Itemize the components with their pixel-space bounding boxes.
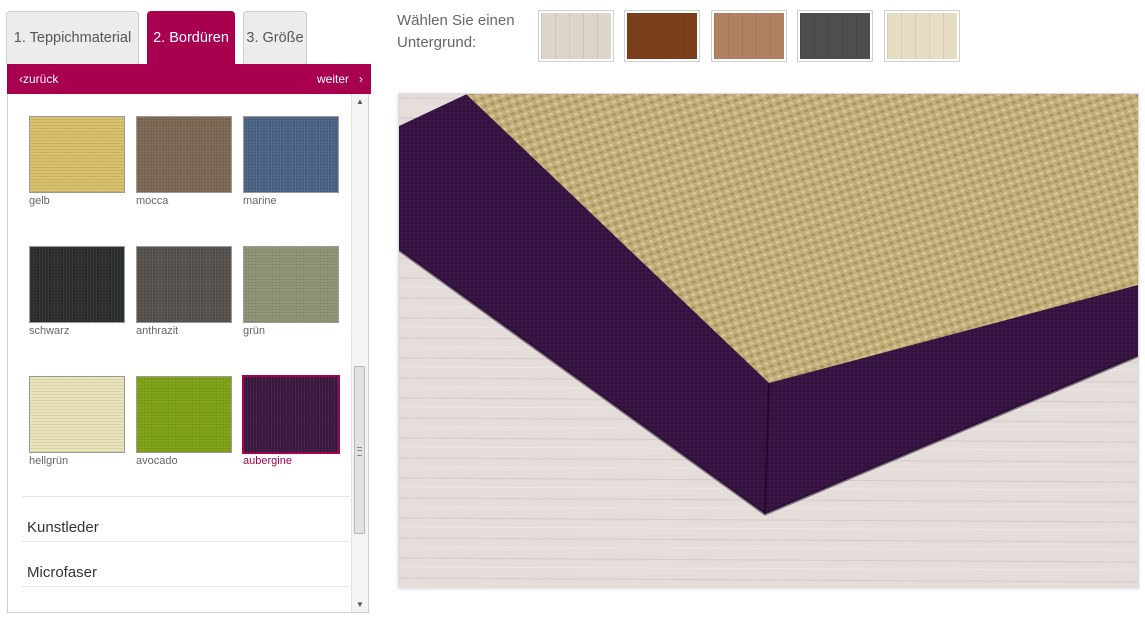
divider (22, 541, 350, 542)
swatch-label: grün (243, 325, 266, 337)
background-option-beige-tile[interactable] (884, 10, 960, 62)
divider (22, 496, 350, 497)
divider (22, 586, 350, 587)
dark-tile-thumbnail (800, 13, 870, 59)
grip-icon (357, 447, 362, 456)
swatch-label: hellgrün (29, 455, 69, 467)
swatch-label: anthrazit (136, 325, 179, 337)
background-option-dark-tile[interactable] (797, 10, 873, 62)
back-label: zurück (23, 72, 59, 86)
border-options-panel: gelb mocca marine schwarz anthrazit grün… (7, 94, 369, 613)
swatch-avocado[interactable] (136, 376, 232, 453)
light-wood-thumbnail (541, 13, 611, 59)
background-selector-label: Wählen Sie einen Untergrund: (397, 12, 515, 51)
scrollbar-thumb[interactable] (354, 366, 365, 534)
beige-tile-thumbnail (887, 13, 957, 59)
step-navigation-bar: ‹zurück weiter › (7, 64, 371, 94)
swatch-label: avocado (136, 455, 178, 467)
swatch-aubergine[interactable] (243, 376, 339, 453)
chevron-right-icon: › (359, 72, 363, 86)
background-option-dark-wood[interactable] (624, 10, 700, 62)
scroll-down-arrow-icon[interactable]: ▼ (352, 597, 368, 612)
panel-scrollbar[interactable]: ▲ ▼ (351, 94, 368, 612)
swatch-label: marine (243, 195, 277, 207)
scroll-up-arrow-icon[interactable]: ▲ (352, 94, 368, 110)
back-button[interactable]: ‹zurück (19, 72, 58, 86)
swatch-label: schwarz (29, 325, 70, 337)
next-label: weiter (316, 72, 349, 86)
swatch-label-selected: aubergine (243, 455, 292, 467)
swatch-grun[interactable] (243, 246, 339, 323)
swatch-anthrazit[interactable] (136, 246, 232, 323)
next-button[interactable]: weiter › (317, 72, 363, 86)
pine-wood-thumbnail (714, 13, 784, 59)
background-option-pine-wood[interactable] (711, 10, 787, 62)
carpet-preview-image (398, 93, 1139, 588)
category-kunstleder[interactable]: Kunstleder (27, 519, 99, 536)
swatch-label: mocca (136, 195, 169, 207)
swatch-schwarz[interactable] (29, 246, 125, 323)
tab-teppichmaterial[interactable]: 1. Teppichmaterial (6, 11, 139, 64)
background-option-light-wood[interactable] (538, 10, 614, 62)
swatch-marine[interactable] (243, 116, 339, 193)
tab-borduren[interactable]: 2. Bordüren (147, 11, 235, 64)
tab-grosse[interactable]: 3. Größe (243, 11, 307, 64)
swatch-gelb[interactable] (29, 116, 125, 193)
swatch-hellgrun[interactable] (29, 376, 125, 453)
swatch-mocca[interactable] (136, 116, 232, 193)
swatch-label: gelb (29, 195, 50, 207)
category-microfaser[interactable]: Microfaser (27, 564, 97, 581)
dark-wood-thumbnail (627, 13, 697, 59)
